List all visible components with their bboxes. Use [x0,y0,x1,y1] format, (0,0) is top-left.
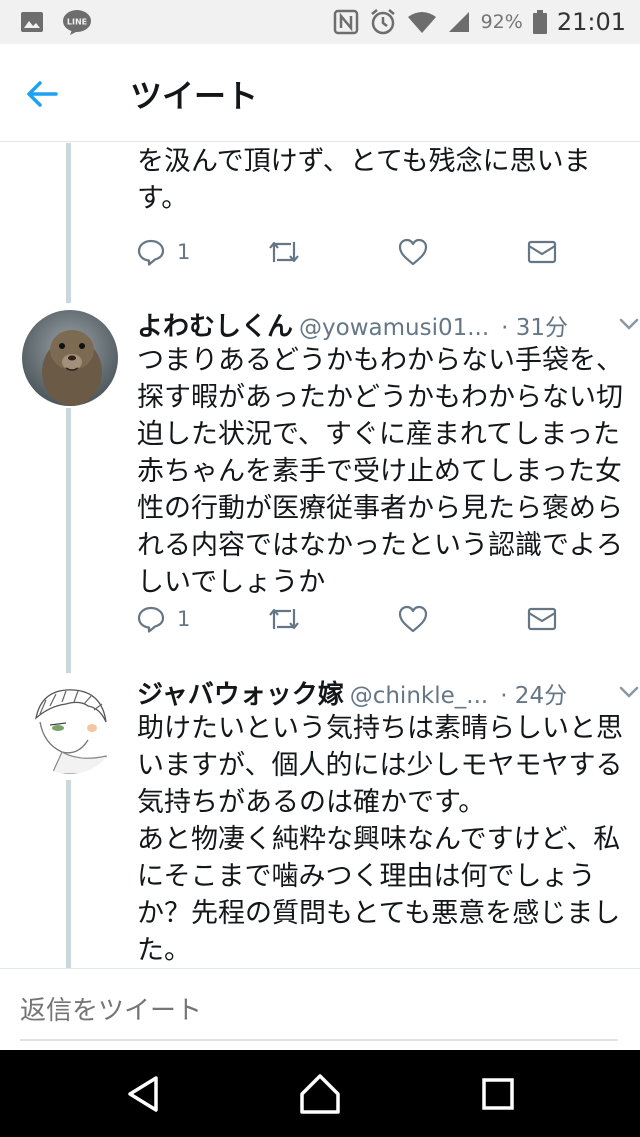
like-button[interactable] [398,601,428,637]
status-left-icons: LINE [20,9,92,35]
tweet-actions: 1 [137,234,577,270]
thread-line [66,780,71,970]
nav-recents-button[interactable] [474,1072,522,1116]
status-bar: LINE 92% 21:01 [0,0,640,44]
tweet-header: ジャバウォック嫁 @chinkle_... · 24分 [137,674,639,711]
reply-button[interactable]: 1 [137,601,190,637]
page-title: ツイート [130,77,259,115]
square-recents-icon [482,1078,514,1110]
signal-icon [448,12,469,32]
nav-back-button[interactable] [120,1072,168,1116]
triangle-back-icon [128,1076,158,1112]
dm-button[interactable] [527,601,557,637]
avatar-image [22,310,118,406]
user-handle[interactable]: @yowamusi01... [299,315,489,341]
thread-line [66,143,71,303]
battery-icon [532,10,547,34]
reply-icon [137,606,165,633]
tweet-text: 助けたいという気持ちは素晴らしいと思 いますが、個人的には少しモヤモヤする 気持… [137,713,623,966]
svg-text:LINE: LINE [67,18,87,27]
retweet-button[interactable] [267,601,301,637]
heart-icon [398,605,428,633]
home-icon [300,1074,340,1114]
tweet-menu-button[interactable] [617,314,640,334]
avatar[interactable] [22,310,118,406]
retweet-icon [269,241,299,263]
line-app-icon: LINE [63,10,91,35]
clock: 21:01 [556,8,626,36]
retweet-button[interactable] [267,234,301,270]
reply-count: 1 [177,240,191,264]
android-nav-bar [0,1050,640,1137]
tweet-text: を汲んで頂けず、とても残念に思いま す。 [137,146,591,214]
reply-count: 1 [177,607,191,631]
back-button[interactable] [22,74,78,114]
app-header: ツイート [0,44,640,142]
back-arrow-icon [27,81,58,107]
chevron-down-icon [619,686,639,698]
tweet-actions: 1 [137,601,577,637]
display-name[interactable]: よわむしくん [137,306,293,343]
reply-input[interactable] [20,983,618,1041]
heart-icon [398,238,428,266]
alarm-icon [370,9,395,35]
thread-line [66,408,71,673]
user-handle[interactable]: @chinkle_... [350,683,488,709]
gallery-icon [21,12,43,32]
display-name[interactable]: ジャバウォック嫁 [137,674,344,711]
status-right-icons: 92% 21:01 [333,0,626,44]
dm-button[interactable] [527,234,557,270]
reply-bar [0,968,640,1050]
like-button[interactable] [398,234,428,270]
nfc-icon [333,9,358,35]
chevron-down-icon [619,318,639,330]
avatar-image [22,678,118,774]
tweet-menu-button[interactable] [617,682,640,702]
envelope-icon [527,240,557,264]
envelope-icon [527,607,557,631]
avatar[interactable] [22,678,118,774]
retweet-icon [269,608,299,630]
battery-percent: 92% [480,11,523,33]
tweet-time[interactable]: · 24分 [500,676,567,710]
tweet-text: つまりあるどうかもわからない手袋を、 探す暇があったかどうかもわからない切 迫し… [137,345,623,598]
tweet-time[interactable]: · 31分 [501,308,568,342]
nav-home-button[interactable] [296,1072,344,1116]
wifi-icon [407,12,436,33]
tweet-header: よわむしくん @yowamusi01... · 31分 [137,306,639,343]
reply-button[interactable]: 1 [137,234,190,270]
reply-icon [137,239,165,266]
